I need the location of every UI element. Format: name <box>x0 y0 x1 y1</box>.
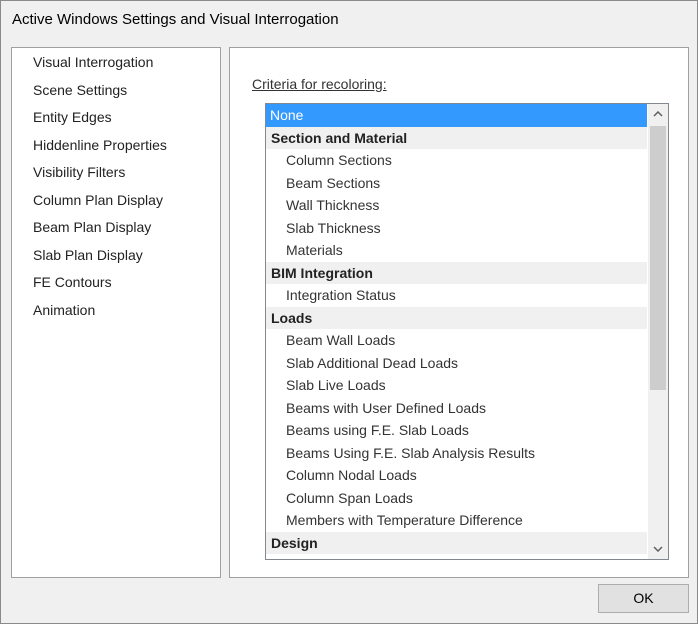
window-title: Active Windows Settings and Visual Inter… <box>12 11 339 28</box>
sidebar-item-animation[interactable]: Animation <box>13 297 219 324</box>
chevron-down-icon[interactable] <box>648 539 668 559</box>
list-item-column-sections[interactable]: Column Sections <box>266 149 647 172</box>
settings-panel: Criteria for recoloring: None Section an… <box>229 47 689 578</box>
sidebar-item-column-plan-display[interactable]: Column Plan Display <box>13 187 219 214</box>
sidebar-item-visibility-filters[interactable]: Visibility Filters <box>13 159 219 186</box>
list-item-slab-thickness[interactable]: Slab Thickness <box>266 217 647 240</box>
sidebar-item-hiddenline-properties[interactable]: Hiddenline Properties <box>13 132 219 159</box>
list-item-wall-thickness[interactable]: Wall Thickness <box>266 194 647 217</box>
sidebar-nav: Visual Interrogation Scene Settings Enti… <box>11 47 221 578</box>
list-item-integration-status[interactable]: Integration Status <box>266 284 647 307</box>
list-group-bim-integration: BIM Integration <box>266 261 647 284</box>
list-item-materials[interactable]: Materials <box>266 239 647 262</box>
scrollbar-thumb[interactable] <box>650 126 666 390</box>
chevron-up-icon[interactable] <box>648 104 668 124</box>
list-item-beam-sections[interactable]: Beam Sections <box>266 172 647 195</box>
sidebar-item-entity-edges[interactable]: Entity Edges <box>13 104 219 131</box>
sidebar-item-slab-plan-display[interactable]: Slab Plan Display <box>13 242 219 269</box>
list-item-beams-fe-slab-loads[interactable]: Beams using F.E. Slab Loads <box>266 419 647 442</box>
list-item-beam-wall-loads[interactable]: Beam Wall Loads <box>266 329 647 352</box>
list-item-beams-fe-slab-analysis-results[interactable]: Beams Using F.E. Slab Analysis Results <box>266 442 647 465</box>
list-item-slab-live-loads[interactable]: Slab Live Loads <box>266 374 647 397</box>
list-scrollbar[interactable] <box>648 104 668 559</box>
sidebar-item-fe-contours[interactable]: FE Contours <box>13 269 219 296</box>
criteria-label: Criteria for recoloring: <box>252 76 387 92</box>
list-item-none[interactable]: None <box>266 104 647 127</box>
criteria-listbox[interactable]: None Section and Material Column Section… <box>265 103 669 560</box>
criteria-list-rows: None Section and Material Column Section… <box>266 104 647 554</box>
list-item-members-temperature-difference[interactable]: Members with Temperature Difference <box>266 509 647 532</box>
ok-button[interactable]: OK <box>598 584 689 613</box>
list-group-section-and-material: Section and Material <box>266 126 647 149</box>
sidebar-item-scene-settings[interactable]: Scene Settings <box>13 77 219 104</box>
list-item-column-nodal-loads[interactable]: Column Nodal Loads <box>266 464 647 487</box>
list-item-beams-user-defined-loads[interactable]: Beams with User Defined Loads <box>266 397 647 420</box>
dialog-window: Active Windows Settings and Visual Inter… <box>0 0 698 624</box>
sidebar-item-visual-interrogation[interactable]: Visual Interrogation <box>13 49 219 76</box>
list-group-design: Design <box>266 531 647 554</box>
list-item-slab-additional-dead-loads[interactable]: Slab Additional Dead Loads <box>266 352 647 375</box>
sidebar-item-beam-plan-display[interactable]: Beam Plan Display <box>13 214 219 241</box>
list-item-column-span-loads[interactable]: Column Span Loads <box>266 487 647 510</box>
list-group-loads: Loads <box>266 306 647 329</box>
